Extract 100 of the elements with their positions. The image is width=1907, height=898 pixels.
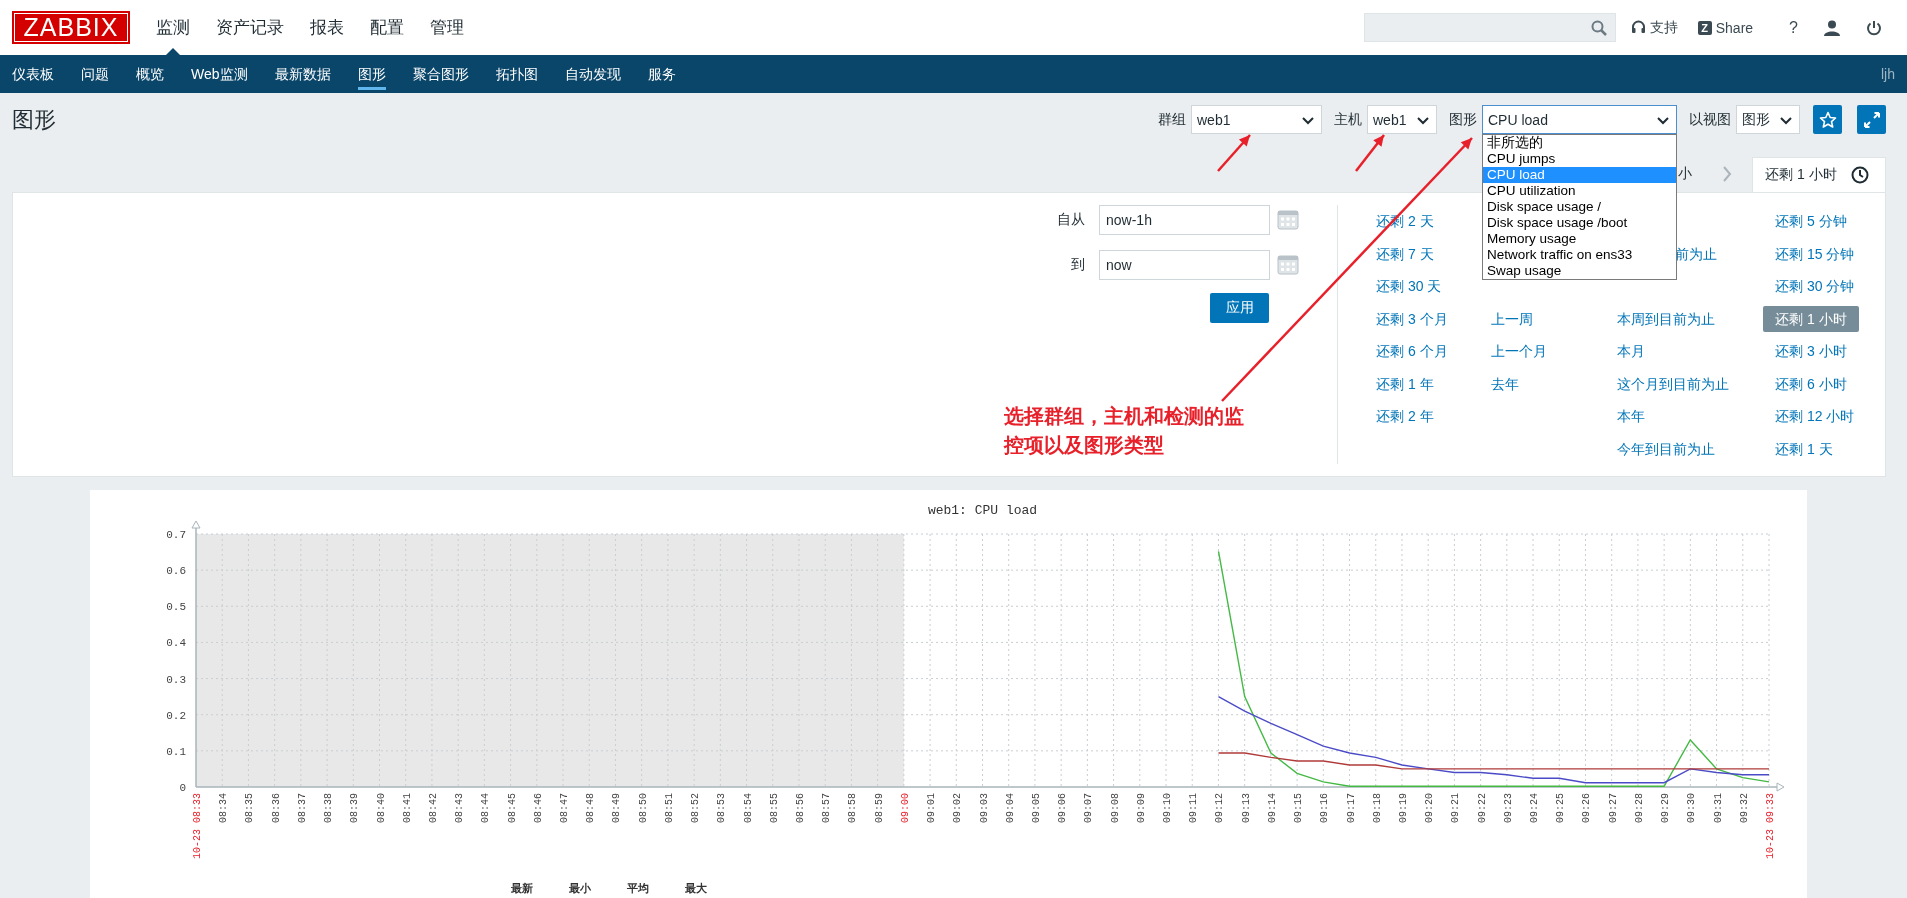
fullscreen-button[interactable] xyxy=(1857,105,1886,134)
field-label: 群组 xyxy=(1158,110,1186,129)
time-range-link[interactable]: 本月 xyxy=(1605,338,1657,365)
time-range-link[interactable]: 还剩 30 天 xyxy=(1364,273,1454,300)
dropdown-option[interactable]: Network traffic on ens33 xyxy=(1483,247,1676,263)
search-icon[interactable] xyxy=(1590,19,1607,36)
time-range-link[interactable]: 本年 xyxy=(1605,403,1657,430)
axis-label: 09:18 xyxy=(1371,793,1383,823)
apply-button[interactable]: 应用 xyxy=(1210,293,1269,323)
axis-label: 10-23 09:33 xyxy=(1765,793,1776,859)
axis-label: 09:14 xyxy=(1266,793,1278,823)
support-link[interactable]: 支持 xyxy=(1630,18,1678,37)
axis-label: 08:39 xyxy=(349,793,361,823)
axis-label: 09:05 xyxy=(1030,793,1042,823)
menu-item[interactable]: 配置 xyxy=(370,0,404,55)
time-range-link[interactable]: 还剩 15 分钟 xyxy=(1763,240,1867,267)
date-input[interactable]: now xyxy=(1099,250,1270,280)
axis-label: 09:15 xyxy=(1293,793,1305,823)
chart-title: web1: CPU load xyxy=(927,503,1038,518)
favourite-button[interactable] xyxy=(1813,105,1842,134)
submenu-item[interactable]: 概览 xyxy=(136,55,164,93)
time-range-link[interactable]: 还剩 6 个月 xyxy=(1364,338,1460,365)
axis-label: 08:54 xyxy=(742,793,754,823)
axis-label: 0 xyxy=(179,782,186,794)
user-name[interactable]: ljh xyxy=(1881,66,1895,82)
legend-header: 最新 xyxy=(511,882,533,894)
dropdown-option[interactable]: CPU utilization xyxy=(1483,183,1676,199)
search-field[interactable] xyxy=(1363,13,1616,42)
select-field[interactable]: CPU load xyxy=(1482,105,1677,134)
time-range-tab[interactable]: 还剩 1 小时 xyxy=(1752,157,1886,192)
submenu-item[interactable]: 图形 xyxy=(357,55,386,93)
submenu-item[interactable]: 问题 xyxy=(81,55,109,93)
axis-label: 08:51 xyxy=(663,793,675,823)
time-range-link[interactable]: 上一周 xyxy=(1479,305,1545,332)
share-link[interactable]: Z Share xyxy=(1697,19,1754,36)
submenu-item[interactable]: 拓扑图 xyxy=(495,55,538,93)
time-range-link[interactable]: 还剩 1 天 xyxy=(1763,435,1845,462)
select-field[interactable]: web1 xyxy=(1191,105,1322,134)
dropdown-option[interactable]: Swap usage xyxy=(1483,263,1676,279)
time-range-link[interactable]: 还剩 7 天 xyxy=(1364,240,1446,267)
axis-label: 09:13 xyxy=(1240,793,1252,823)
submenu-item[interactable]: 自动发现 xyxy=(564,55,621,93)
time-range-link[interactable]: 这个月到目前为止 xyxy=(1605,370,1741,397)
user-icon[interactable] xyxy=(1824,19,1840,36)
axis-label: 09:30 xyxy=(1686,793,1698,823)
dropdown-option[interactable]: CPU jumps xyxy=(1483,151,1676,167)
axis-label: 09:29 xyxy=(1660,793,1672,823)
power-icon[interactable] xyxy=(1866,19,1882,36)
axis-label: 09:19 xyxy=(1397,793,1409,823)
dropdown-option[interactable]: Disk space usage /boot xyxy=(1483,215,1676,231)
axis-label: 09:02 xyxy=(952,793,964,823)
time-range-link[interactable]: 还剩 6 小时 xyxy=(1763,370,1859,397)
submenu-item[interactable]: Web监测 xyxy=(191,55,248,93)
axis-label: 09:27 xyxy=(1607,793,1619,823)
axis-label: 09:32 xyxy=(1738,793,1750,823)
time-range-link[interactable]: 还剩 30 分钟 xyxy=(1763,273,1867,300)
submenu-item[interactable]: 聚合图形 xyxy=(412,55,469,93)
axis-label: 08:45 xyxy=(506,793,518,823)
axis-label: 09:17 xyxy=(1345,793,1357,823)
submenu-item[interactable]: 仪表板 xyxy=(12,55,54,93)
time-range-link[interactable]: 还剩 3 个月 xyxy=(1364,305,1460,332)
axis-label: 09:23 xyxy=(1502,793,1514,823)
menu-item[interactable]: 资产记录 xyxy=(216,0,284,55)
axis-label: 09:16 xyxy=(1319,793,1331,823)
date-input[interactable]: now-1h xyxy=(1099,205,1270,235)
select-field[interactable]: 图形 xyxy=(1736,105,1800,134)
time-range-link[interactable]: 还剩 12 小时 xyxy=(1763,403,1867,430)
axis-label: 09:31 xyxy=(1712,793,1724,823)
time-range-link[interactable]: 上一个月 xyxy=(1479,338,1559,365)
dropdown-option[interactable]: Memory usage xyxy=(1483,231,1676,247)
axis-label: 09:26 xyxy=(1581,793,1593,823)
axis-label: 08:48 xyxy=(585,793,597,823)
axis-label: 09:24 xyxy=(1529,793,1541,823)
legend-header: 平均 xyxy=(627,882,649,894)
zoom-out-link[interactable]: 小 xyxy=(1678,165,1692,183)
menu-item[interactable]: 报表 xyxy=(310,0,344,55)
axis-label: 09:12 xyxy=(1214,793,1226,823)
dropdown-option[interactable]: Disk space usage / xyxy=(1483,199,1676,215)
axis-label: 09:28 xyxy=(1633,793,1645,823)
logo[interactable]: ZABBIX xyxy=(12,11,130,44)
axis-label: 09:07 xyxy=(1083,793,1095,823)
axis-label: 08:34 xyxy=(218,793,230,823)
submenu-item[interactable]: 最新数据 xyxy=(274,55,331,93)
axis-label: 09:25 xyxy=(1555,793,1567,823)
time-range-link[interactable]: 还剩 2 年 xyxy=(1364,403,1446,430)
time-range-link[interactable]: 还剩 5 分钟 xyxy=(1763,208,1859,235)
axis-label: 09:21 xyxy=(1450,793,1462,823)
select-field[interactable]: web1 xyxy=(1367,105,1437,134)
time-range-link[interactable]: 还剩 1 年 xyxy=(1364,370,1446,397)
axis-label: 08:37 xyxy=(296,793,308,823)
help-link[interactable]: ? xyxy=(1789,18,1798,37)
time-range-link[interactable]: 去年 xyxy=(1479,370,1531,397)
time-range-link[interactable]: 还剩 3 小时 xyxy=(1763,338,1859,365)
submenu-item[interactable]: 服务 xyxy=(647,55,676,93)
menu-item[interactable]: 监测 xyxy=(156,0,190,55)
time-range-link[interactable]: 本周到目前为止 xyxy=(1605,305,1727,332)
time-range-link[interactable]: 今年到目前为止 xyxy=(1605,435,1727,462)
menu-item[interactable]: 管理 xyxy=(430,0,464,55)
axis-label: 0.6 xyxy=(166,565,186,578)
dropdown-option[interactable]: 非所选的 xyxy=(1483,135,1676,151)
